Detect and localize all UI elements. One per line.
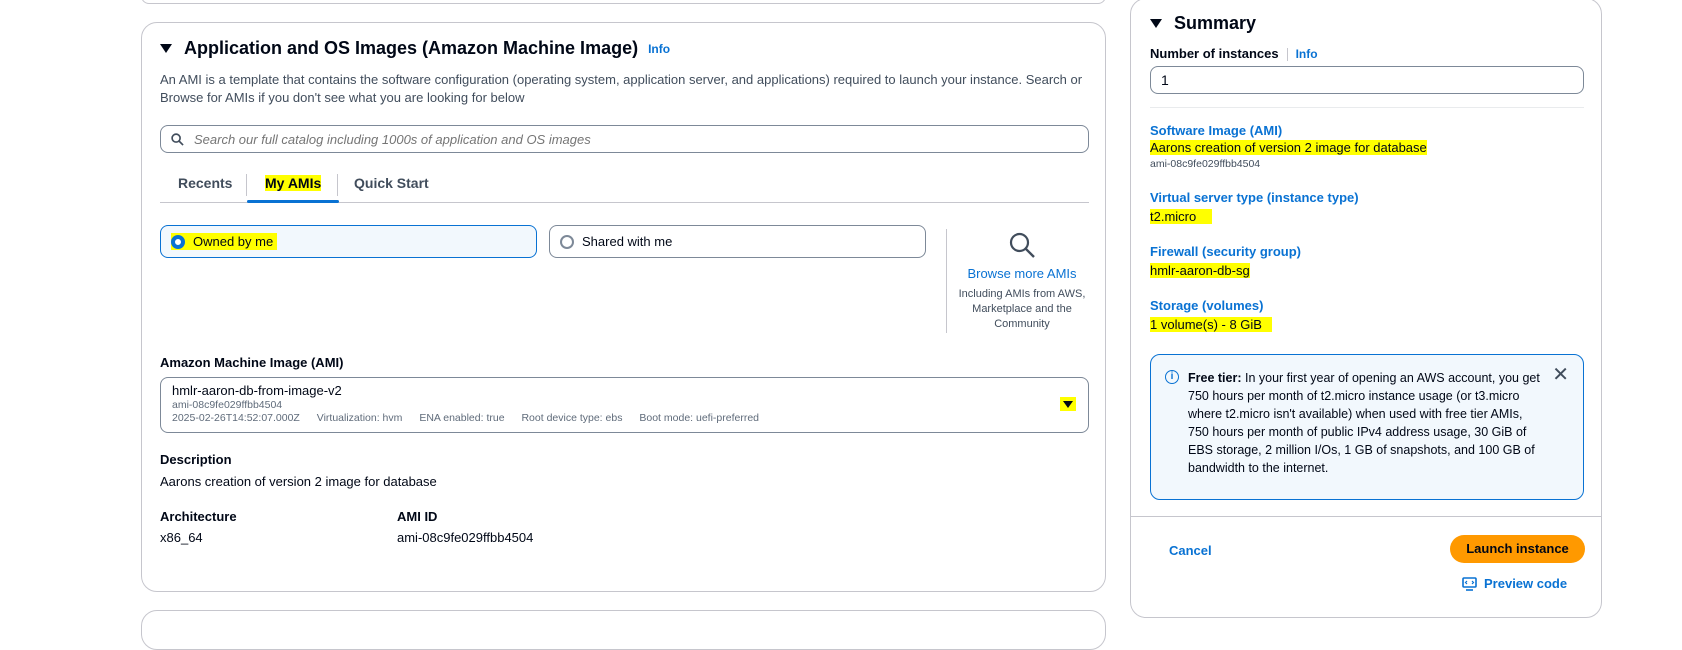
ami-date: 2025-02-26T14:52:07.000Z xyxy=(172,412,300,424)
browse-more-amis-link[interactable]: Browse more AMIs xyxy=(957,266,1087,281)
free-tier-heading: Free tier: xyxy=(1188,371,1242,385)
ami-search-input[interactable] xyxy=(192,130,1088,148)
previous-section-card xyxy=(141,0,1106,4)
architecture-value: x86_64 xyxy=(160,530,203,545)
ami-id-small: ami-08c9fe029ffbb4504 xyxy=(172,399,283,411)
next-section-card xyxy=(141,610,1106,650)
code-preview-icon xyxy=(1462,576,1477,591)
preview-code-button[interactable]: Preview code xyxy=(1462,576,1567,591)
storage-value[interactable]: 1 volume(s) - 8 GiB xyxy=(1150,317,1272,332)
architecture-label: Architecture xyxy=(160,509,237,524)
search-icon xyxy=(171,132,184,146)
summary-header[interactable]: Summary xyxy=(1150,13,1256,34)
ami-info-link[interactable]: Info xyxy=(648,42,670,56)
radio-selected-icon[interactable] xyxy=(171,234,185,249)
instances-label: Number of instances xyxy=(1150,46,1279,61)
ami-id-value: ami-08c9fe029ffbb4504 xyxy=(397,530,534,545)
software-image-label[interactable]: Software Image (AMI) xyxy=(1150,123,1282,138)
firewall-value[interactable]: hmlr-aaron-db-sg xyxy=(1150,263,1250,278)
info-circle-icon: i xyxy=(1165,370,1179,384)
ami-root-device: Root device type: ebs xyxy=(521,412,623,424)
radio-unselected-icon[interactable] xyxy=(560,234,574,249)
collapse-caret-icon[interactable] xyxy=(1150,19,1162,28)
summary-title: Summary xyxy=(1174,13,1257,33)
browse-divider xyxy=(946,229,947,333)
ami-field-label: Amazon Machine Image (AMI) xyxy=(160,355,344,370)
ami-ena: ENA enabled: true xyxy=(419,412,505,424)
software-image-id: ami-08c9fe029ffbb4504 xyxy=(1150,158,1261,170)
instances-input[interactable] xyxy=(1150,66,1584,94)
instances-label-row: Number of instances Info xyxy=(1150,46,1318,62)
tab-quick-start[interactable]: Quick Start xyxy=(336,169,447,203)
browse-more-description: Including AMIs from AWS, Marketplace and… xyxy=(958,288,1086,330)
software-image-value[interactable]: Aarons creation of version 2 image for d… xyxy=(1150,140,1427,155)
description-value: Aarons creation of version 2 image for d… xyxy=(160,474,437,489)
summary-divider xyxy=(1150,107,1584,108)
ami-name: hmlr-aaron-db-from-image-v2 xyxy=(172,383,342,398)
description-label: Description xyxy=(160,452,232,467)
magnifier-icon xyxy=(1009,232,1035,258)
ami-id-label: AMI ID xyxy=(397,509,438,524)
ami-select-dropdown[interactable]: hmlr-aaron-db-from-image-v2 ami-08c9fe02… xyxy=(160,377,1089,433)
summary-panel: Summary Number of instances Info Software… xyxy=(1130,0,1602,618)
ami-meta: 2025-02-26T14:52:07.000Z Virtualization:… xyxy=(172,412,1077,424)
close-icon[interactable]: ✕ xyxy=(1552,365,1569,385)
tab-recents[interactable]: Recents xyxy=(160,169,250,203)
tab-my-amis-label: My AMIs xyxy=(265,175,322,191)
owned-by-me-option[interactable]: Owned by me xyxy=(160,225,537,258)
launch-instance-button[interactable]: Launch instance xyxy=(1450,535,1585,563)
dropdown-arrow-icon[interactable] xyxy=(1060,397,1076,411)
ami-search-box[interactable] xyxy=(160,125,1089,153)
shared-with-me-label: Shared with me xyxy=(582,234,673,249)
cancel-button[interactable]: Cancel xyxy=(1169,543,1212,558)
free-tier-alert: i ✕ Free tier: In your first year of ope… xyxy=(1150,354,1584,500)
free-tier-text: In your first year of opening an AWS acc… xyxy=(1188,371,1540,475)
preview-code-label: Preview code xyxy=(1484,576,1568,591)
browse-more-amis[interactable]: Browse more AMIs Including AMIs from AWS… xyxy=(957,231,1087,332)
instance-type-label[interactable]: Virtual server type (instance type) xyxy=(1150,190,1359,205)
owned-by-me-label: Owned by me xyxy=(193,234,274,249)
tab-my-amis[interactable]: My AMIs xyxy=(247,169,340,203)
shared-with-me-option[interactable]: Shared with me xyxy=(549,225,926,258)
ami-section-description: An AMI is a template that contains the s… xyxy=(160,72,1083,105)
storage-label[interactable]: Storage (volumes) xyxy=(1150,298,1263,313)
instance-type-value[interactable]: t2.micro xyxy=(1150,209,1213,224)
ami-virtualization: Virtualization: hvm xyxy=(316,412,403,424)
ami-section: Application and OS Images (Amazon Machin… xyxy=(141,22,1106,592)
ami-section-header[interactable]: Application and OS Images (Amazon Machin… xyxy=(160,38,670,59)
instances-info-link[interactable]: Info xyxy=(1296,47,1318,61)
owned-by-me-highlight: Owned by me xyxy=(171,233,278,250)
summary-footer-divider xyxy=(1131,516,1601,517)
ami-section-title: Application and OS Images (Amazon Machin… xyxy=(184,38,639,58)
collapse-caret-icon[interactable] xyxy=(160,44,172,53)
firewall-label[interactable]: Firewall (security group) xyxy=(1150,244,1301,259)
ami-tabs: Recents My AMIs Quick Start xyxy=(160,169,1089,203)
ami-boot-mode: Boot mode: uefi-preferred xyxy=(639,412,760,424)
